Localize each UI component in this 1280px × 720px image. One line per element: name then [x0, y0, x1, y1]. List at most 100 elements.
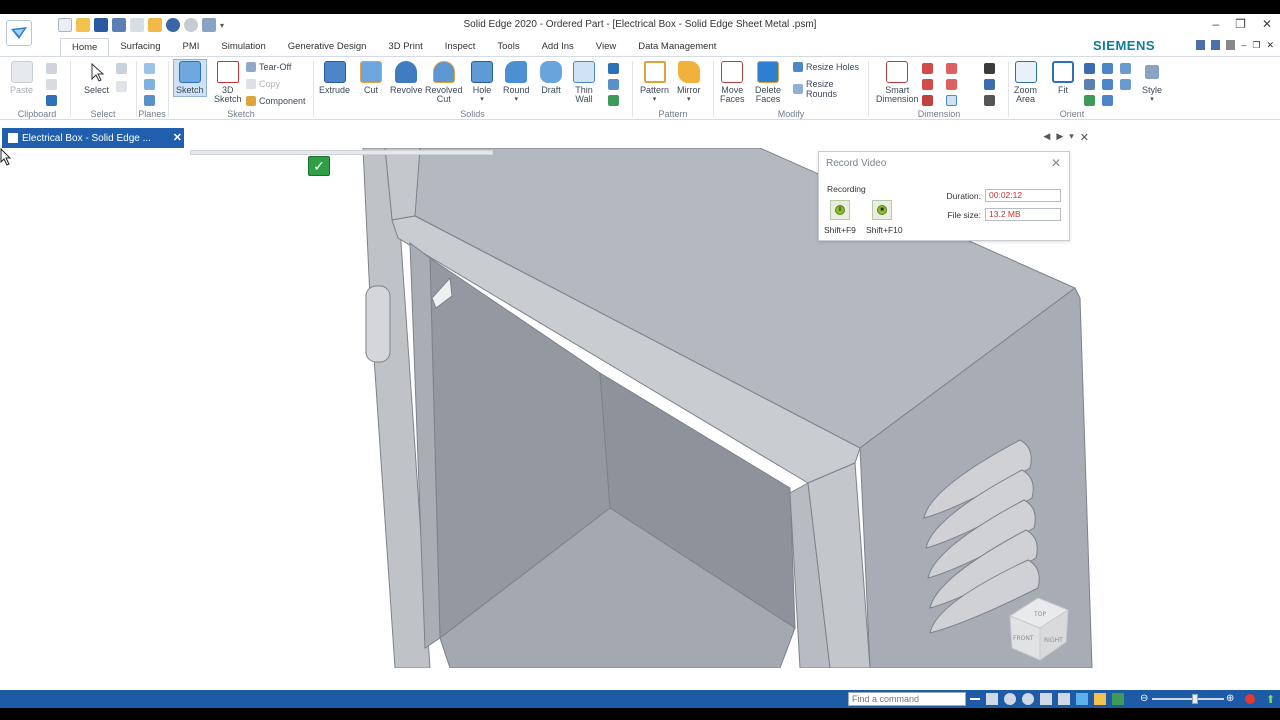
rotate-icon[interactable] [1084, 95, 1095, 106]
fit-button[interactable]: Fit [1052, 61, 1074, 95]
command-bar-handle[interactable] [190, 150, 493, 155]
zoom-slider-thumb[interactable] [1192, 694, 1198, 704]
smart-dimension-button[interactable]: Smart Dimension [876, 61, 919, 104]
magnify-icon[interactable] [1022, 693, 1034, 705]
more-planes-icon[interactable] [144, 79, 155, 90]
3d-sketch-button[interactable]: 3D Sketch [214, 61, 242, 104]
zoom-in-icon[interactable]: ⊕ [1226, 693, 1234, 704]
distance-between-icon[interactable] [922, 63, 933, 74]
scroll-left-icon[interactable]: ◀ [1043, 131, 1050, 144]
sketch-button[interactable]: Sketch [173, 59, 207, 97]
select-button[interactable]: Select [84, 61, 109, 95]
stop-recording-button[interactable]: ■ [872, 200, 892, 220]
tab-list-chevron-icon[interactable]: ▾ [1069, 131, 1074, 144]
view-style-icon[interactable] [1094, 693, 1106, 705]
accept-check-icon[interactable]: ✓ [308, 156, 330, 176]
resize-holes-button[interactable]: Resize Holes [793, 62, 859, 72]
round-dropdown-chevron-icon[interactable]: ▾ [515, 95, 519, 104]
arrow-right-icon[interactable] [970, 698, 980, 700]
resize-rounds-button[interactable]: Resize Rounds [793, 79, 867, 99]
angle-between-icon[interactable] [922, 79, 933, 90]
style-dropdown-chevron-icon[interactable]: ▾ [1150, 95, 1154, 104]
lock-icon[interactable] [1226, 40, 1236, 50]
find-command-input[interactable] [848, 692, 966, 706]
select-filter-icon[interactable] [116, 63, 127, 74]
zoom-slider[interactable] [1152, 698, 1224, 700]
delete-faces-button[interactable]: Delete Faces [755, 61, 781, 104]
zoom-status-icon[interactable] [1004, 693, 1016, 705]
tab-surfacing[interactable]: Surfacing [109, 38, 171, 56]
pattern-dropdown-chevron-icon[interactable]: ▾ [653, 95, 657, 104]
named-views-icon[interactable] [1102, 95, 1113, 106]
zoom-out-icon[interactable]: ⊖ [1140, 693, 1148, 704]
coordinate-dimension-icon[interactable] [922, 95, 933, 106]
hole-button[interactable]: Hole ▾ [471, 61, 493, 104]
zoom-area-status-icon[interactable] [986, 693, 998, 705]
doc-restore-icon[interactable]: ❐ [1252, 40, 1261, 50]
record-indicator-icon[interactable] [1245, 694, 1255, 704]
mirror-dropdown-chevron-icon[interactable]: ▾ [687, 95, 691, 104]
add-body-icon[interactable] [608, 95, 619, 106]
previous-view-icon[interactable] [1120, 63, 1131, 74]
pattern-button[interactable]: Pattern ▾ [640, 61, 669, 104]
tab-home[interactable]: Home [60, 38, 110, 56]
tab-pmi[interactable]: PMI [171, 38, 210, 56]
cut-clipboard-icon[interactable] [46, 63, 57, 74]
extrude-button[interactable]: Extrude [319, 61, 350, 95]
tab-tools[interactable]: Tools [486, 38, 530, 56]
relate-icon[interactable] [984, 63, 995, 74]
tab-view[interactable]: View [585, 38, 627, 56]
close-icon[interactable]: ✕ [1262, 17, 1272, 31]
copy-sketch-button[interactable]: Copy [246, 79, 280, 89]
tear-off-button[interactable]: Tear-Off [246, 62, 291, 72]
revolve-button[interactable]: Revolve [390, 61, 423, 95]
pan-status-icon[interactable] [1058, 693, 1070, 705]
scroll-right-icon[interactable]: ▶ [1056, 131, 1063, 144]
loft-icon[interactable] [608, 79, 619, 90]
shading-icon[interactable] [1112, 693, 1124, 705]
tab-3d-print[interactable]: 3D Print [377, 38, 433, 56]
tab-add-ins[interactable]: Add Ins [531, 38, 585, 56]
restore-icon[interactable]: ❐ [1235, 17, 1246, 31]
paste-button[interactable]: Paste [10, 61, 33, 95]
thin-wall-button[interactable]: Thin Wall [573, 61, 595, 104]
coincident-plane-icon[interactable] [144, 63, 155, 74]
pan-icon[interactable] [1084, 79, 1095, 90]
upload-arrow-icon[interactable]: ⬆ [1266, 693, 1275, 706]
help-icon[interactable] [1196, 40, 1206, 50]
zoom-icon[interactable] [1084, 63, 1095, 74]
doc-close-icon[interactable]: ✕ [1266, 40, 1274, 50]
tab-data-management[interactable]: Data Management [627, 38, 727, 56]
draft-button[interactable]: Draft [540, 61, 562, 95]
component-button[interactable]: Component [246, 96, 306, 106]
dimension-style-icon[interactable] [984, 95, 995, 106]
close-document-icon[interactable]: ✕ [173, 131, 182, 144]
pause-recording-button[interactable]: II [830, 200, 850, 220]
revolved-cut-button[interactable]: Revolved Cut [425, 61, 463, 104]
dialog-close-icon[interactable]: ✕ [1051, 156, 1061, 170]
select-tools-icon[interactable] [116, 81, 127, 92]
zoom-area-button[interactable]: Zoom Area [1014, 61, 1037, 104]
dimension-axis-icon[interactable] [946, 95, 957, 106]
swept-icon[interactable] [608, 63, 619, 74]
tab-inspect[interactable]: Inspect [434, 38, 487, 56]
round-button[interactable]: Round ▾ [503, 61, 530, 104]
sketch-view-icon[interactable] [1102, 79, 1113, 90]
hole-dropdown-chevron-icon[interactable]: ▾ [480, 95, 484, 104]
angular-coordinate-icon[interactable] [946, 79, 957, 90]
cut-button[interactable]: Cut [360, 61, 382, 95]
format-painter-icon[interactable] [46, 95, 57, 106]
doc-minimize-icon[interactable]: – [1241, 40, 1247, 50]
rotate-status-icon[interactable] [1076, 693, 1088, 705]
tab-simulation[interactable]: Simulation [210, 38, 276, 56]
coordinate-system-icon[interactable] [144, 95, 155, 106]
tab-generative-design[interactable]: Generative Design [277, 38, 378, 56]
text-icon[interactable] [984, 79, 995, 90]
move-faces-button[interactable]: Move Faces [720, 61, 745, 104]
copy-clipboard-icon[interactable] [46, 79, 57, 90]
fit-status-icon[interactable] [1040, 693, 1052, 705]
close-all-icon[interactable]: ✕ [1080, 131, 1089, 144]
style-button[interactable]: Style ▾ [1142, 61, 1162, 104]
symmetric-diameter-icon[interactable] [946, 63, 957, 74]
view-orientation-icon[interactable] [1120, 79, 1131, 90]
